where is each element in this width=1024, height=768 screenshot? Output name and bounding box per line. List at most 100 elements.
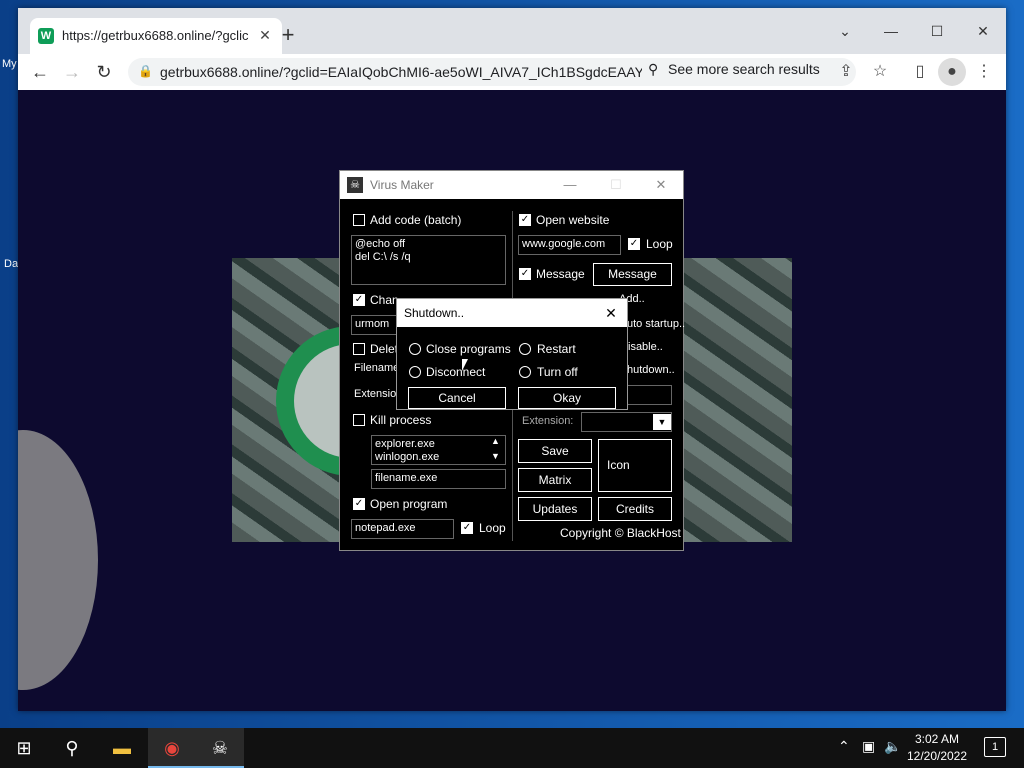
kill-process-checkbox[interactable]: [353, 414, 365, 426]
minimize-icon[interactable]: —: [555, 175, 585, 195]
icon-picker[interactable]: Icon: [598, 439, 672, 492]
tab-title: https://getrbux6688.online/?gclic: [62, 28, 249, 43]
website-input[interactable]: www.google.com: [518, 235, 621, 255]
browser-tab[interactable]: W https://getrbux6688.online/?gclic ✕: [30, 18, 282, 54]
add-code-label: Add code (batch): [370, 213, 462, 227]
address-bar[interactable]: 🔒 getrbux6688.online/?gclid=EAIaIQobChMI…: [128, 58, 856, 86]
clock[interactable]: 3:02 AM 12/20/2022: [905, 731, 969, 765]
save-button[interactable]: Save: [518, 439, 592, 463]
close-icon[interactable]: ✕: [646, 175, 676, 195]
bookmark-star-icon[interactable]: ☆: [866, 58, 894, 86]
filename-label: Filename: [354, 362, 400, 374]
program-loop-label: Loop: [479, 521, 506, 535]
chevron-up-icon[interactable]: ⌃: [838, 738, 850, 755]
matrix-button[interactable]: Matrix: [518, 468, 592, 492]
search-icon[interactable]: ⚲: [48, 728, 96, 768]
disconnect-radio[interactable]: [409, 366, 421, 378]
change-label: Chan: [370, 293, 399, 307]
message-label: Message: [536, 267, 585, 281]
see-more-results-chip[interactable]: ⚲ See more search results: [648, 61, 832, 83]
shutdown-dialog: Shutdown.. ✕ Close programs Disconnect R…: [396, 298, 628, 410]
desktop-icon-label[interactable]: Da: [4, 258, 18, 270]
website-loop-label: Loop: [646, 237, 673, 251]
url-text[interactable]: getrbux6688.online/?gclid=EAIaIQobChMI6-…: [160, 64, 642, 80]
tab-strip: W https://getrbux6688.online/?gclic ✕ + …: [18, 8, 1006, 54]
chevron-down-icon[interactable]: ▼: [653, 414, 671, 430]
disconnect-label: Disconnect: [426, 365, 486, 379]
clock-time: 3:02 AM: [914, 732, 960, 746]
batch-code-textarea[interactable]: @echo off del C:\ /s /q: [351, 235, 506, 285]
auto-startup-label: uto startup..: [627, 318, 686, 330]
share-icon[interactable]: ⇪: [832, 58, 860, 86]
open-program-label: Open program: [370, 497, 448, 511]
taskbar: ⊞ ⚲ ▬ ◉ ☠ ⌃ ▣ 🔈 3:02 AM 12/20/2022 1: [0, 728, 1024, 768]
program-loop-checkbox[interactable]: ✓: [461, 522, 473, 534]
scroll-down-icon[interactable]: ▼: [491, 451, 500, 461]
change-checkbox[interactable]: ✓: [353, 294, 365, 306]
cancel-button[interactable]: Cancel: [408, 387, 506, 409]
message-button[interactable]: Message: [593, 263, 672, 286]
clock-date: 12/20/2022: [906, 749, 968, 763]
browser-toolbar: ← → ↻ 🔒 getrbux6688.online/?gclid=EAIaIQ…: [18, 54, 1006, 90]
program-input[interactable]: notepad.exe: [351, 519, 454, 539]
close-icon[interactable]: ✕: [601, 303, 621, 323]
file-explorer-icon[interactable]: ▬: [98, 728, 146, 768]
restart-radio[interactable]: [519, 343, 531, 355]
updates-button[interactable]: Updates: [518, 497, 592, 521]
chevron-down-icon[interactable]: ⌄: [822, 16, 868, 46]
close-programs-label: Close programs: [426, 342, 511, 356]
filename-input[interactable]: filename.exe: [371, 469, 506, 489]
see-more-label: See more search results: [668, 61, 820, 77]
new-tab-icon[interactable]: +: [276, 24, 300, 48]
close-icon[interactable]: ✕: [960, 16, 1006, 46]
dialog-titlebar[interactable]: Shutdown.. ✕: [397, 299, 627, 327]
pirate-flag-icon: ☠: [347, 177, 363, 193]
maximize-icon[interactable]: ☐: [914, 16, 960, 46]
windows-start-icon[interactable]: ⊞: [0, 728, 48, 768]
open-website-label: Open website: [536, 213, 610, 227]
message-checkbox[interactable]: ✓: [519, 268, 531, 280]
close-icon[interactable]: ✕: [256, 26, 274, 44]
extension-right-label: Extension:: [522, 415, 574, 427]
open-website-checkbox[interactable]: ✓: [519, 214, 531, 226]
side-panel-icon[interactable]: ▯: [906, 58, 934, 86]
mouse-cursor-icon: [462, 359, 468, 371]
window-titlebar[interactable]: ☠ Virus Maker — ☐ ✕: [340, 171, 683, 199]
minimize-icon[interactable]: —: [868, 16, 914, 46]
website-loop-checkbox[interactable]: ✓: [628, 238, 640, 250]
close-programs-radio[interactable]: [409, 343, 421, 355]
delete-checkbox[interactable]: [353, 343, 365, 355]
delete-label: Delet: [370, 342, 399, 356]
credits-button[interactable]: Credits: [598, 497, 672, 521]
maximize-icon[interactable]: ☐: [601, 175, 631, 195]
scroll-up-icon[interactable]: ▲: [491, 436, 500, 446]
shutdown-label: hutdown..: [627, 364, 675, 376]
dialog-title: Shutdown..: [404, 306, 465, 320]
back-icon[interactable]: ←: [26, 58, 54, 86]
lock-icon: 🔒: [138, 64, 153, 78]
restart-label: Restart: [537, 342, 576, 356]
profile-icon[interactable]: ●: [938, 58, 966, 86]
add-code-checkbox[interactable]: [353, 214, 365, 226]
menu-icon[interactable]: ⋮: [970, 58, 998, 86]
process-list[interactable]: explorer.exe winlogon.exe: [371, 435, 506, 465]
notifications-icon[interactable]: 1: [984, 737, 1006, 757]
turn-off-radio[interactable]: [519, 366, 531, 378]
desktop-icon-label[interactable]: My: [2, 58, 17, 70]
pirate-flag-icon[interactable]: ☠: [196, 728, 244, 768]
disable-label: isable..: [628, 341, 663, 353]
search-icon: ⚲: [648, 61, 659, 77]
copyright-text: Copyright © BlackHost: [560, 526, 681, 540]
window-title: Virus Maker: [370, 178, 434, 192]
reload-icon[interactable]: ↻: [90, 58, 118, 86]
okay-button[interactable]: Okay: [518, 387, 616, 409]
open-program-checkbox[interactable]: ✓: [353, 498, 365, 510]
kill-process-label: Kill process: [370, 413, 432, 427]
favicon-icon: W: [38, 28, 54, 44]
background-shape: [18, 430, 98, 690]
turn-off-label: Turn off: [537, 365, 578, 379]
forward-icon[interactable]: →: [58, 58, 86, 86]
chrome-icon[interactable]: ◉: [148, 728, 196, 768]
volume-icon[interactable]: 🔈: [884, 738, 901, 755]
network-icon[interactable]: ▣: [862, 738, 875, 755]
